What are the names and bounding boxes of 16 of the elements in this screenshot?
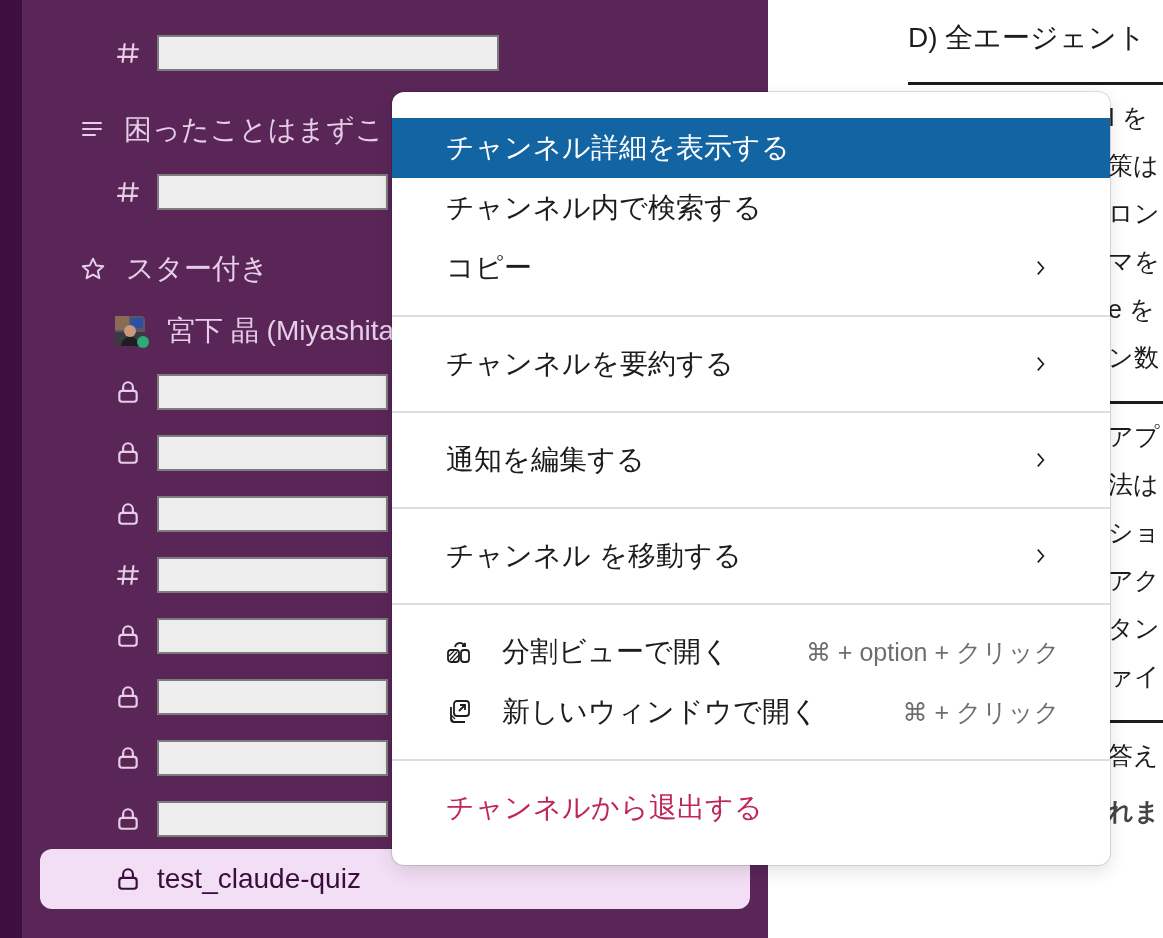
- message-text: アプ: [1108, 421, 1161, 452]
- message-text: タン: [1108, 613, 1161, 644]
- message-text: ァイ: [1108, 661, 1161, 692]
- message-text: アク: [1108, 565, 1161, 596]
- content-heading: D) 全エージェント: [908, 21, 1148, 55]
- message-text: ショ: [1108, 517, 1161, 548]
- shortcut-hint: ⌘ + クリック: [902, 696, 1060, 728]
- message-text: れま: [1108, 796, 1161, 827]
- message-text: ロン: [1108, 198, 1161, 229]
- message-text: 答え: [1108, 740, 1160, 771]
- message-text: I を: [1108, 102, 1149, 133]
- message-text: 策は: [1108, 150, 1160, 181]
- message-text: マを: [1108, 246, 1161, 277]
- message-text: ン数: [1108, 342, 1160, 373]
- message-text: 法は: [1108, 469, 1160, 500]
- shortcut-hint: ⌘ + option + クリック: [805, 636, 1060, 668]
